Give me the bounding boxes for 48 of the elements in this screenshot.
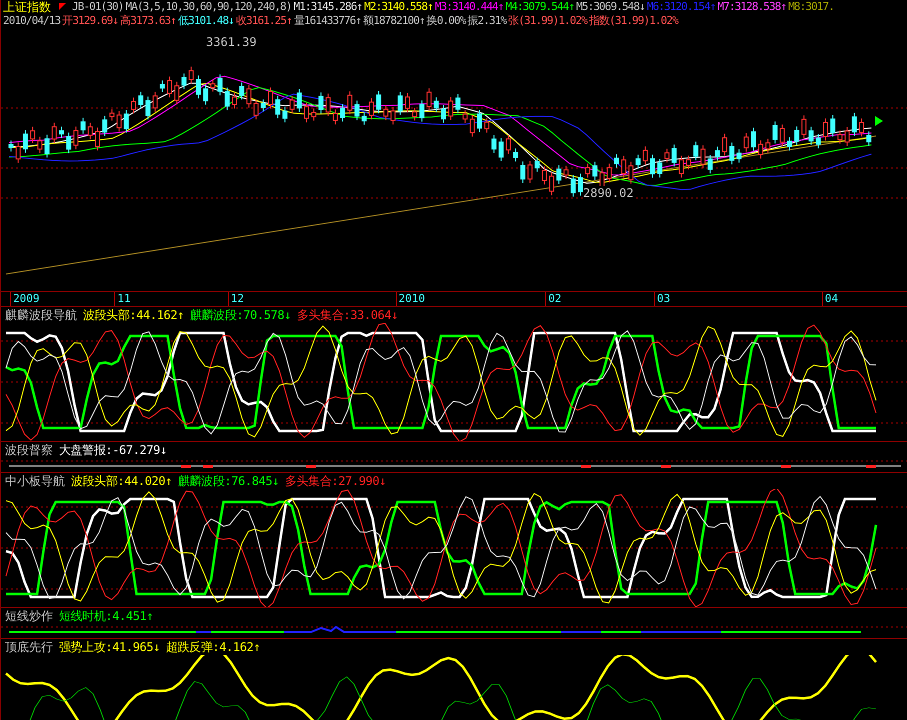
indicator-code: JB-01(30) [72,0,124,14]
indicator-value: 波段头部:44.162↑ [83,307,184,323]
time-axis-label: 12 [228,292,244,306]
triangle-marker-icon [875,116,883,126]
quote-value: 收3161.25↑ [236,14,292,28]
time-axis-label: 11 [114,292,131,306]
ma-value: M3:3140.444↑ [434,0,504,14]
ma-value: M6:3120.154↑ [646,0,716,14]
ma-value: M1:3145.286↑ [293,0,362,14]
quote-value: 高3173.63↑ [120,14,176,28]
flag-icon[interactable] [59,3,66,10]
indicator-name: 短线炒作 [5,608,53,624]
quote-value: 振2.31% [467,14,506,28]
ma-value: M5:3069.548↓ [576,0,645,14]
indicator-value: 强势上攻:41.965↓ [59,639,160,655]
indicator-name: 波段督察 [5,442,53,458]
indicator-value: 大盘警报:-67.279↓ [59,442,167,458]
ma-value: M7:3128.538↑ [718,0,786,14]
ma-value: M4:3079.544↑ [506,0,574,14]
indicator-name: 麒麟波段导航 [5,307,77,323]
time-axis-label: 2010 [396,292,426,306]
ma-value: M8:3017. [788,0,834,14]
index-title: 上证指数 [3,0,51,14]
ma-params: MA(3,5,10,30,60,90,120,240,8) [126,0,292,14]
indicator-name: 中小板导航 [5,473,65,489]
time-axis-label: 04 [822,292,838,306]
indicator-name: 顶底先行 [5,639,53,655]
indicator-value: 麒麟波段:70.578↓ [190,307,291,323]
high-price-label: 3361.39 [206,35,257,49]
quote-value: 换0.00% [426,14,466,28]
quote-value: 指数(31.99)1.02% [588,14,678,28]
indicator-value: 多头集合:33.064↓ [297,307,398,323]
quote-value: 额18782100↑ [363,14,425,28]
indicator-value: 超跌反弹:4.162↑ [166,639,260,655]
quote-date: 2010/04/13 [3,14,60,28]
indicator-value: 波段头部:44.020↑ [71,473,172,489]
ma-value: M2:3140.558↑ [364,0,433,14]
quote-value: 张(31.99)1.02% [508,14,587,28]
time-axis-label: 02 [545,292,562,306]
indicator-value: 麒麟波段:76.845↓ [178,473,279,489]
low-price-label: 2890.02 [583,186,634,200]
indicator-value: 多头集合:27.990↓ [285,473,386,489]
quote-value: 低3101.48↓ [178,14,234,28]
indicator-value: 短线时机:4.451↑ [59,608,154,624]
time-axis-label: 2009 [10,292,40,306]
time-axis-label: 03 [654,292,670,306]
quote-value: 量161433776↑ [294,14,362,28]
quote-value: 开3129.69↓ [62,14,118,28]
